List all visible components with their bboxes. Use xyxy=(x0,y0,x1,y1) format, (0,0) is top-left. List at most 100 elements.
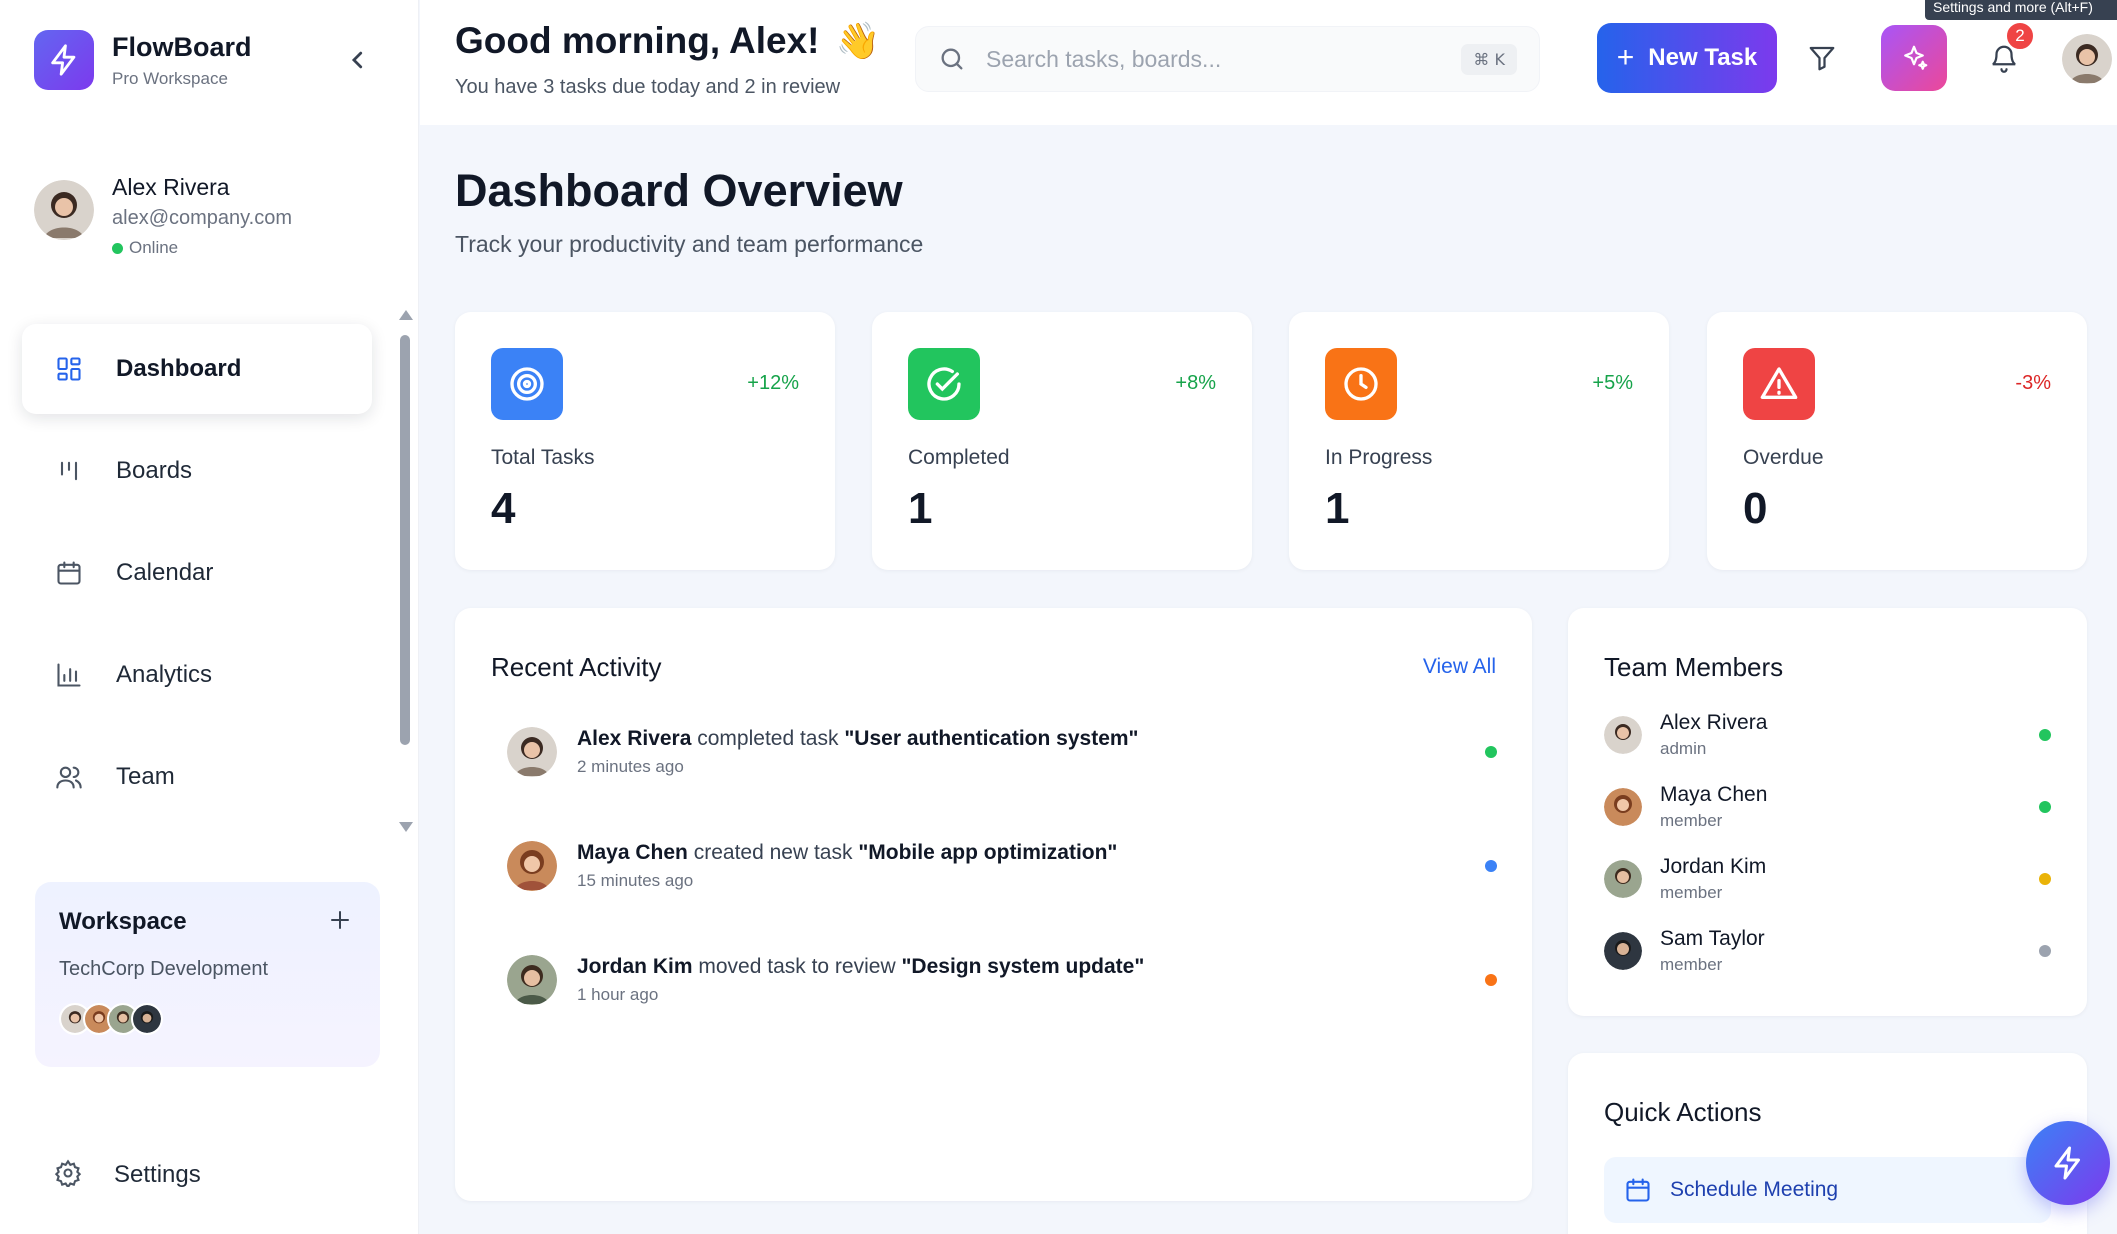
greeting: Good morning, Alex! 👋 You have 3 tasks d… xyxy=(455,20,880,99)
quick-actions-card: Quick Actions Schedule Meeting xyxy=(1568,1053,2087,1234)
status-text: Online xyxy=(129,238,179,257)
bar-chart-icon xyxy=(54,660,84,690)
greeting-subtext: You have 3 tasks due today and 2 in revi… xyxy=(455,76,841,98)
stat-change: +5% xyxy=(1592,372,1633,394)
quick-action-fab[interactable] xyxy=(2026,1121,2110,1205)
activity-time: 15 minutes ago xyxy=(577,871,694,890)
sparkles-icon xyxy=(1904,45,1928,70)
sidebar-item-label: Boards xyxy=(116,457,193,484)
stat-value: 1 xyxy=(908,484,933,533)
stat-value: 1 xyxy=(1325,484,1350,533)
sidebar-item-dashboard[interactable]: Dashboard xyxy=(22,324,372,414)
filter-button[interactable] xyxy=(1789,25,1855,91)
team-member[interactable]: Alex Rivera admin xyxy=(1604,708,2051,762)
list-item[interactable]: Jordan Kim moved task to review "Design … xyxy=(507,950,1497,1010)
avatar xyxy=(1604,788,1642,826)
sidebar-item-label: Calendar xyxy=(116,559,214,586)
user-profile[interactable]: Alex Rivera alex@company.com Online xyxy=(34,170,292,258)
wave-icon: 👋 xyxy=(835,20,881,61)
sidebar-scrollbar[interactable] xyxy=(398,310,414,832)
profile-name: Alex Rivera xyxy=(112,174,230,200)
view-all-link[interactable]: View All xyxy=(1423,655,1496,679)
stat-card-total-tasks[interactable]: +12% Total Tasks 4 xyxy=(455,312,835,570)
stat-card-in-progress[interactable]: +5% In Progress 1 xyxy=(1289,312,1669,570)
activity-task: "Mobile app optimization" xyxy=(858,841,1118,864)
new-task-button[interactable]: + New Task xyxy=(1597,23,1777,93)
workspace-title: Workspace xyxy=(59,908,187,935)
scroll-up-icon[interactable] xyxy=(399,310,413,320)
sidebar-item-settings[interactable]: Settings xyxy=(22,1130,372,1220)
team-member[interactable]: Maya Chen member xyxy=(1604,780,2051,834)
check-circle-icon xyxy=(908,348,980,420)
stat-change: +12% xyxy=(747,372,799,394)
scroll-down-icon[interactable] xyxy=(399,822,413,832)
alert-triangle-icon xyxy=(1743,348,1815,420)
sidebar-item-team[interactable]: Team xyxy=(22,732,372,822)
member-name: Jordan Kim xyxy=(1660,855,1767,878)
activity-action: moved task to review xyxy=(698,955,896,978)
member-role: admin xyxy=(1660,739,1707,758)
card-title: Recent Activity xyxy=(491,652,662,682)
grid-icon xyxy=(54,354,84,384)
browser-tooltip: Settings and more (Alt+F) xyxy=(1925,0,2117,20)
avatar xyxy=(507,727,557,777)
calendar-icon xyxy=(54,558,84,588)
sidebar-item-boards[interactable]: Boards xyxy=(22,426,372,516)
avatar xyxy=(131,1003,163,1035)
status-dot xyxy=(1485,974,1497,986)
activity-user: Jordan Kim xyxy=(577,955,693,978)
new-task-label: New Task xyxy=(1648,44,1758,71)
scroll-thumb[interactable] xyxy=(400,335,410,745)
main-content: Dashboard Overview Track your productivi… xyxy=(420,125,2117,1234)
list-item[interactable]: Alex Rivera completed task "User authent… xyxy=(507,722,1497,782)
users-icon xyxy=(54,762,84,792)
chevron-left-icon xyxy=(351,51,363,69)
notifications-button[interactable]: 2 xyxy=(1971,21,2037,91)
collapse-sidebar-button[interactable] xyxy=(346,46,370,74)
status-dot xyxy=(1485,746,1497,758)
avatar xyxy=(1604,716,1642,754)
list-item[interactable]: Maya Chen created new task "Mobile app o… xyxy=(507,836,1497,896)
workspace-card: Workspace TechCorp Development xyxy=(35,882,380,1067)
brand-subtitle: Pro Workspace xyxy=(112,68,228,88)
add-workspace-button[interactable] xyxy=(328,908,352,932)
sidebar-item-calendar[interactable]: Calendar xyxy=(22,528,372,618)
stat-card-completed[interactable]: +8% Completed 1 xyxy=(872,312,1252,570)
search-icon xyxy=(941,48,963,70)
search-bar[interactable]: ⌘ K xyxy=(915,26,1540,92)
activity-user: Alex Rivera xyxy=(577,727,692,750)
schedule-meeting-button[interactable]: Schedule Meeting xyxy=(1604,1157,2051,1223)
avatar xyxy=(507,955,557,1005)
team-member[interactable]: Jordan Kim member xyxy=(1604,852,2051,906)
user-avatar-button[interactable] xyxy=(2062,34,2112,84)
sidebar: FlowBoard Pro Workspace Alex Rivera alex… xyxy=(0,0,419,1234)
stat-change: -3% xyxy=(2015,372,2051,394)
member-role: member xyxy=(1660,811,1723,830)
stat-change: +8% xyxy=(1175,372,1216,394)
lightning-icon xyxy=(2054,1146,2080,1180)
avatar xyxy=(507,841,557,891)
activity-action: completed task xyxy=(697,727,839,750)
workspace-avatars xyxy=(59,1003,356,1035)
greeting-title: Good morning, Alex! xyxy=(455,20,820,61)
sidebar-item-analytics[interactable]: Analytics xyxy=(22,630,372,720)
calendar-icon xyxy=(1626,1178,1650,1202)
stat-label: Completed xyxy=(908,446,1010,469)
brand[interactable]: FlowBoard Pro Workspace xyxy=(34,30,252,90)
sidebar-nav: Dashboard Boards Calendar Analytics Team xyxy=(22,324,372,834)
card-title: Quick Actions xyxy=(1604,1097,1762,1127)
search-input[interactable] xyxy=(986,45,1462,73)
lightning-icon xyxy=(34,30,94,90)
sidebar-item-label: Analytics xyxy=(116,661,213,688)
stat-label: Total Tasks xyxy=(491,446,595,469)
stat-card-overdue[interactable]: -3% Overdue 0 xyxy=(1707,312,2087,570)
ai-assistant-button[interactable] xyxy=(1881,25,1947,91)
member-name: Maya Chen xyxy=(1660,783,1768,806)
gear-icon xyxy=(54,1158,82,1192)
status-dot xyxy=(2039,801,2051,813)
notification-badge: 2 xyxy=(2005,21,2035,51)
clock-icon xyxy=(1325,348,1397,420)
stat-value: 4 xyxy=(491,484,516,533)
activity-task: "User authentication system" xyxy=(844,727,1139,750)
team-member[interactable]: Sam Taylor member xyxy=(1604,924,2051,978)
